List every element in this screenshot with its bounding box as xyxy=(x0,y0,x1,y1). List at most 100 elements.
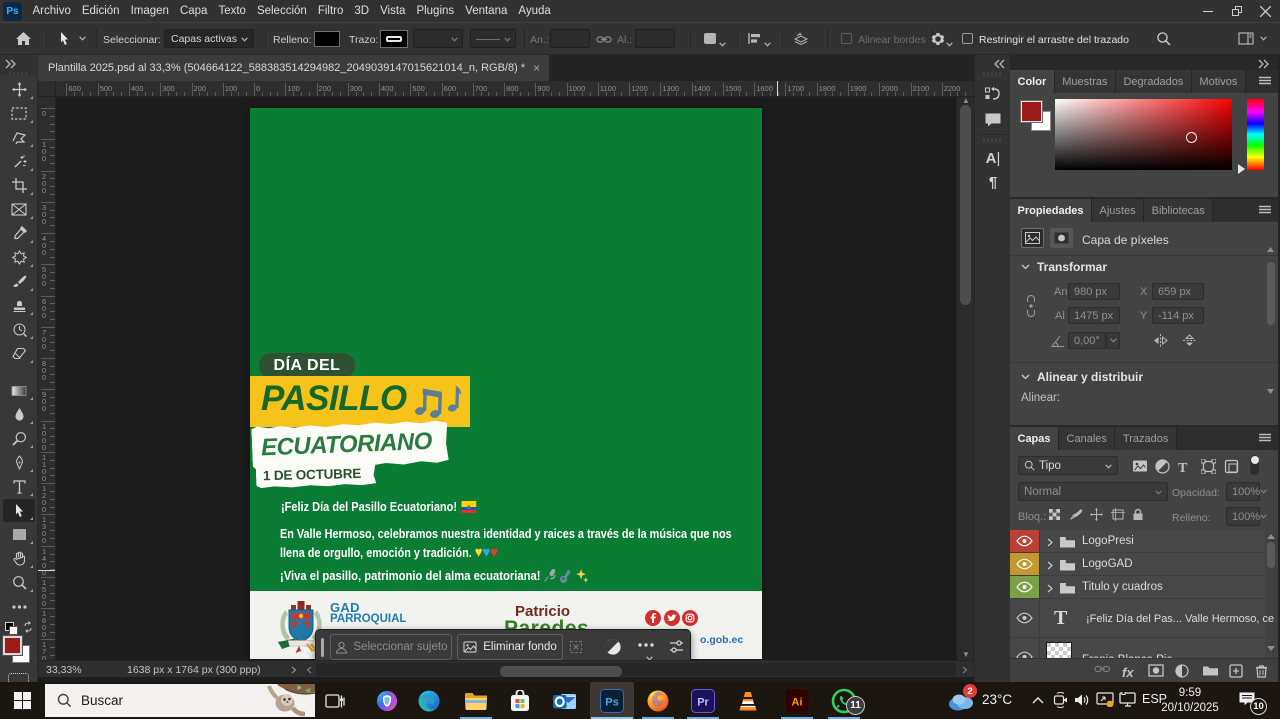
layer-lock-position-icon[interactable] xyxy=(1090,508,1103,521)
tool-zoom-tool[interactable] xyxy=(3,571,35,594)
constrain-checkbox[interactable] xyxy=(962,33,973,44)
layer-filter-shape-icon[interactable] xyxy=(1201,459,1216,474)
vertical-scrollbar[interactable]: ▲ ▼ xyxy=(956,97,974,660)
tool-lasso-tool[interactable] xyxy=(3,126,35,149)
layer-filter-image-icon[interactable] xyxy=(1132,459,1148,473)
tab-capas[interactable]: Capas xyxy=(1010,427,1059,450)
close-button[interactable] xyxy=(1251,0,1280,22)
layer-filter-dropdown[interactable]: Tipo xyxy=(1018,456,1118,475)
color-field-cursor[interactable] xyxy=(1186,132,1197,143)
layer-filter-adjustment-icon[interactable] xyxy=(1155,459,1170,474)
layers-scrollbar-thumb[interactable] xyxy=(1267,542,1275,568)
poster-document[interactable]: GADPARROQUIALPatricioParedeso.gob.ecDÍA … xyxy=(250,108,762,659)
tool-rectangle-tool[interactable] xyxy=(3,523,35,546)
taskbar-app-task-view[interactable] xyxy=(313,682,357,719)
layer-visibility-cell[interactable] xyxy=(1010,530,1040,552)
transform-collapse-icon[interactable] xyxy=(1021,264,1030,270)
menu-ayuda[interactable]: Ayuda xyxy=(513,0,556,22)
menu-ventana[interactable]: Ventana xyxy=(460,0,513,22)
layers-new-adjustment-icon[interactable] xyxy=(1175,664,1189,678)
tool-dodge-tool[interactable] xyxy=(3,427,35,450)
taskbar-app-store[interactable] xyxy=(498,682,542,719)
group-expand-icon[interactable] xyxy=(1047,538,1053,547)
zoom-level[interactable]: 33,33% xyxy=(46,664,82,676)
tool-crop-tool[interactable] xyxy=(3,174,35,197)
layers-scroll-up-icon[interactable] xyxy=(1267,534,1275,539)
tool-frame-tool[interactable] xyxy=(3,198,35,221)
tray-clock[interactable]: 9:5920/10/2025 xyxy=(1154,686,1226,716)
layer-visibility-cell[interactable] xyxy=(1010,576,1040,598)
history-panel-icon[interactable] xyxy=(983,85,1003,105)
tool-rectangular-marquee-tool[interactable] xyxy=(3,102,35,125)
minimize-button[interactable] xyxy=(1193,0,1222,22)
tab-propiedades[interactable]: Propiedades xyxy=(1010,199,1092,222)
scroll-up-icon[interactable]: ▲ xyxy=(962,96,970,105)
document-tab[interactable]: Plantilla 2025.psd al 33,3% (504664122_5… xyxy=(38,55,549,81)
tool-path-selection-tool[interactable] xyxy=(3,499,35,522)
tool-clone-stamp-tool[interactable] xyxy=(3,294,35,317)
mask-icon[interactable] xyxy=(1050,228,1073,248)
more-icon[interactable] xyxy=(638,643,654,647)
contrast-icon[interactable] xyxy=(604,638,622,656)
collapse-panels-icon[interactable] xyxy=(993,59,1005,69)
pixel-layer-icon[interactable] xyxy=(1021,228,1044,248)
properties-scrollbar[interactable] xyxy=(1266,258,1276,398)
tool-edit-toolbar[interactable] xyxy=(3,595,35,618)
taskbar-app-firefox[interactable] xyxy=(636,682,680,719)
layers-scroll-down-icon[interactable] xyxy=(1267,646,1275,651)
layer-lock-pixels-icon[interactable] xyxy=(1069,508,1083,521)
tab-color[interactable]: Color xyxy=(1010,70,1055,93)
layer-visibility-cell[interactable] xyxy=(1010,553,1040,575)
color-panel-menu-icon[interactable] xyxy=(1258,76,1272,85)
menu-seleccion[interactable]: Selección xyxy=(251,0,312,22)
expand-panels-icon[interactable] xyxy=(1258,59,1270,69)
layer-visibility-cell[interactable] xyxy=(1010,638,1040,658)
properties-scrollbar-thumb[interactable] xyxy=(1267,262,1275,325)
taskbar-app-illustrator[interactable]: Ai xyxy=(775,682,819,719)
weather-temp[interactable]: 23°C xyxy=(982,692,1012,707)
constrain-proportions-icon[interactable] xyxy=(1026,294,1036,318)
group-expand-icon[interactable] xyxy=(1047,584,1053,593)
tray-chevron-up-icon[interactable] xyxy=(1032,696,1044,704)
scroll-down-icon[interactable]: ▼ xyxy=(962,650,970,659)
taskbar-app-outlook[interactable] xyxy=(543,682,587,719)
taskbar-app-edge[interactable] xyxy=(407,682,451,719)
layers-new-layer-icon[interactable] xyxy=(1229,664,1243,678)
active-tool-indicator[interactable] xyxy=(59,23,70,54)
status-arrow-icon[interactable] xyxy=(291,666,297,674)
path-arrange-icon[interactable] xyxy=(793,23,809,54)
tool-blur-tool[interactable] xyxy=(3,403,35,426)
character-panel-icon[interactable]: A| xyxy=(983,148,1003,168)
layer-filter-smart-object-icon[interactable] xyxy=(1224,459,1239,474)
tool-brush-tool[interactable] xyxy=(3,270,35,293)
color-field[interactable] xyxy=(1055,99,1232,170)
taskbar-app-photoshop[interactable]: Ps xyxy=(590,682,634,719)
horizontal-scrollbar-thumb[interactable] xyxy=(500,666,622,677)
search-icon[interactable] xyxy=(1156,23,1171,54)
path-align-icon[interactable] xyxy=(747,23,762,54)
collapse-toolbar-icon[interactable] xyxy=(5,59,17,69)
filter-toggle[interactable] xyxy=(1250,455,1259,475)
layer-row-1[interactable]: LogoPresi xyxy=(1010,530,1265,553)
document-tab-close-icon[interactable]: × xyxy=(533,61,540,75)
tab-trazados[interactable]: Trazados xyxy=(1115,427,1176,450)
search-box[interactable]: Buscar xyxy=(45,684,315,717)
layers-add-mask-icon[interactable] xyxy=(1148,664,1164,677)
flip-horizontal-icon[interactable] xyxy=(1153,334,1168,347)
layers-delete-layer-icon[interactable] xyxy=(1255,664,1268,678)
horizontal-ruler[interactable]: 6005004003002001000100200300400500600700… xyxy=(38,81,974,97)
paragraph-panel-icon[interactable]: ¶ xyxy=(983,172,1003,192)
workspace-chevron-icon[interactable] xyxy=(1260,36,1267,41)
tool-eraser-tool[interactable] xyxy=(3,342,35,365)
flip-vertical-icon[interactable] xyxy=(1182,334,1197,347)
stroke-swatch[interactable] xyxy=(380,30,408,48)
tool-magic-wand-tool[interactable] xyxy=(3,150,35,173)
path-align-chevron-icon[interactable] xyxy=(764,42,771,47)
layer-lock-transparency-icon[interactable] xyxy=(1048,508,1061,521)
panel-foreground-swatch[interactable] xyxy=(1021,101,1042,122)
tray-cast-icon[interactable] xyxy=(1096,692,1114,707)
tool-type-tool[interactable] xyxy=(3,475,35,498)
scroll-up-icon[interactable] xyxy=(1267,247,1274,252)
tab-degradados[interactable]: Degradados xyxy=(1116,70,1192,93)
layers-new-group-icon[interactable] xyxy=(1202,664,1219,676)
